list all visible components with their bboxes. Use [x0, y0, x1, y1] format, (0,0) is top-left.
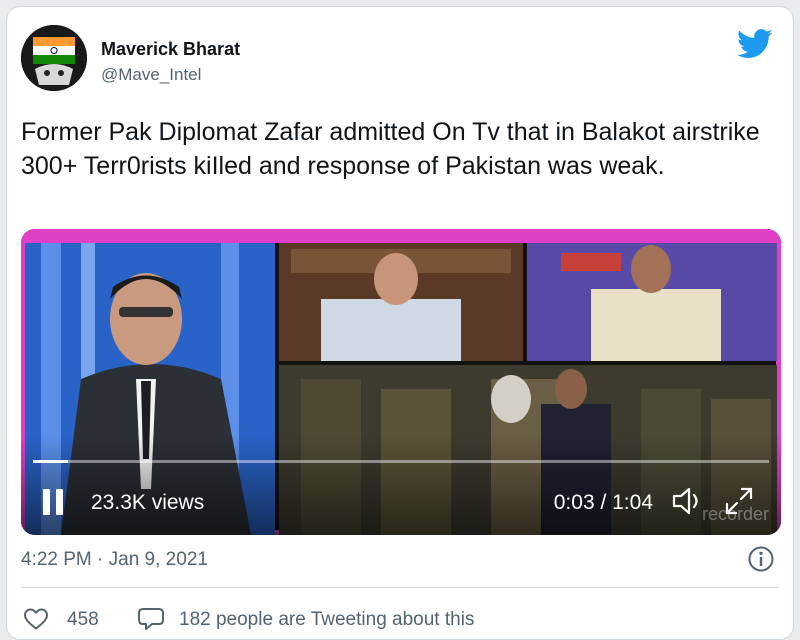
video-time: 0:03 / 1:04	[553, 491, 653, 514]
divider	[21, 587, 779, 588]
tweet-card: Maverick Bharat @Mave_Intel Former Pak D…	[6, 6, 794, 640]
video-player[interactable]: 23.3K views 0:03 / 1:04 recorder	[21, 229, 781, 535]
video-progress-bar[interactable]	[33, 460, 769, 463]
reply-text[interactable]: 182 people are Tweeting about this	[179, 609, 474, 631]
tweet-timestamp[interactable]: 4:22 PM · Jan 9, 2021	[21, 549, 208, 571]
like-count[interactable]: 458	[67, 609, 99, 631]
avatar[interactable]	[21, 25, 87, 91]
pause-icon[interactable]	[43, 489, 65, 515]
comment-bubble-icon[interactable]	[137, 605, 165, 633]
video-watermark: recorder	[701, 504, 769, 524]
video-progress-fill	[33, 460, 68, 463]
video-views: 23.3K views	[91, 491, 205, 514]
author-handle[interactable]: @Mave_Intel	[101, 65, 201, 85]
heart-icon[interactable]	[23, 607, 49, 631]
twitter-bird-icon[interactable]	[737, 29, 773, 59]
info-icon[interactable]	[747, 545, 775, 573]
video-controls: 23.3K views 0:03 / 1:04 recorder	[21, 467, 781, 535]
tweet-text: Former Pak Diplomat Zafar admitted On Tv…	[21, 118, 760, 180]
author-name[interactable]: Maverick Bharat	[101, 39, 240, 60]
volume-icon[interactable]	[671, 485, 705, 517]
